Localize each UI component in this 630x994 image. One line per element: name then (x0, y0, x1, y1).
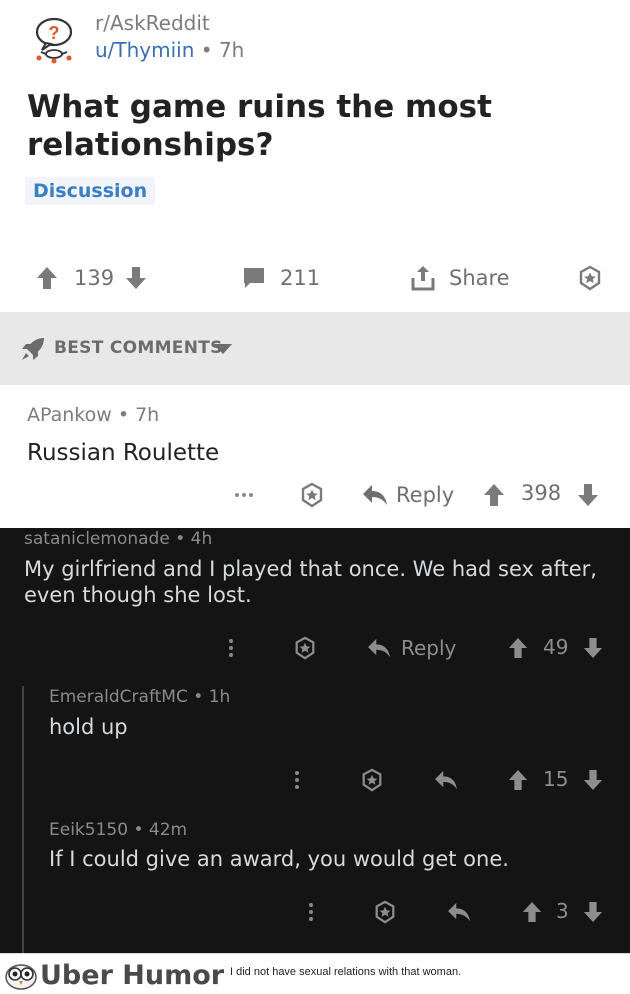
brand-name: Uber Humor (40, 960, 225, 991)
post-comments-button[interactable] (241, 258, 267, 298)
upvote-button[interactable] (507, 633, 529, 663)
reply-label: Reply (401, 636, 457, 660)
award-icon[interactable] (358, 765, 386, 795)
subreddit-avatar-icon[interactable]: ? (28, 12, 80, 64)
comment-age: 1h (208, 687, 231, 707)
comment-author[interactable]: Eeik5150 (49, 820, 128, 840)
comment-body: My girlfriend and I played that once. We… (24, 556, 597, 608)
more-options-icon[interactable] (233, 480, 255, 510)
comment-action-bar: Reply 398 (0, 480, 630, 512)
comment-action-bar: 3 (0, 897, 630, 927)
reply-arrow-icon (435, 770, 457, 790)
comment-action-bar: Reply 49 (0, 633, 630, 663)
downvote-button[interactable] (582, 633, 604, 663)
reply-arrow-icon (363, 485, 387, 505)
downvote-button[interactable] (582, 897, 604, 927)
award-badge-icon (579, 265, 601, 291)
post-flair[interactable]: Discussion (25, 177, 156, 205)
upvote-arrow-icon (522, 902, 542, 922)
chevron-down-icon (214, 344, 232, 354)
comment-meta: APankow • 7h (27, 404, 159, 426)
comment-body-line: My girlfriend and I played that once. We… (24, 557, 597, 581)
reply-label: Reply (396, 483, 455, 507)
share-icon (411, 266, 435, 291)
svg-text:?: ? (49, 23, 60, 43)
post-upvote-button[interactable] (36, 258, 58, 298)
comment-score: 398 (521, 481, 562, 505)
sort-label: BEST COMMENTS (54, 338, 223, 358)
post-comment-count: 211 (280, 266, 321, 290)
reply-button[interactable]: Reply (367, 633, 456, 663)
comment-sort-bar[interactable]: BEST COMMENTS (0, 312, 630, 385)
reply-arrow-icon (368, 638, 390, 658)
comment-age: 4h (190, 529, 213, 549)
upvote-arrow-icon (508, 638, 528, 658)
upvote-arrow-icon (508, 770, 528, 790)
comment-author[interactable]: sataniclemonade (24, 529, 170, 549)
award-icon[interactable] (291, 633, 319, 663)
post-save-button[interactable] (577, 258, 603, 298)
post-vote-count: 139 (74, 266, 115, 290)
share-label: Share (449, 266, 510, 290)
award-icon[interactable] (371, 897, 399, 927)
reply-button[interactable] (433, 765, 459, 795)
comment-body: Russian Roulette (27, 440, 220, 466)
reply-button[interactable]: Reply (362, 480, 454, 510)
more-options-icon[interactable] (226, 633, 236, 663)
upvote-arrow-icon (484, 484, 504, 506)
downvote-button[interactable] (582, 765, 604, 795)
comment-score: 15 (543, 767, 569, 791)
more-options-icon[interactable] (292, 765, 302, 795)
watermark-footer: Uber Humor I did not have sexual relatio… (0, 953, 630, 994)
meta-separator: • (175, 529, 186, 549)
post-downvote-button[interactable] (125, 258, 147, 298)
comment-meta: EmeraldCraftMC • 1h (49, 687, 230, 707)
downvote-arrow-icon (583, 770, 603, 790)
comment-bubble-icon (244, 268, 264, 288)
post-meta: u/Thymiin • 7h (95, 38, 244, 62)
comment-score: 3 (556, 899, 569, 923)
comment-body-line: even though she lost. (24, 583, 252, 607)
reply-button[interactable] (446, 897, 472, 927)
upvote-arrow-icon (37, 267, 57, 289)
post-share-button[interactable]: Share (410, 258, 510, 298)
meta-separator: • (133, 820, 144, 840)
downvote-arrow-icon (583, 638, 603, 658)
downvote-arrow-icon (578, 484, 598, 506)
post-title[interactable]: What game ruins the most relationships? (27, 88, 587, 164)
upvote-button[interactable] (483, 480, 505, 510)
owl-logo-icon (5, 964, 37, 990)
more-options-icon[interactable] (306, 897, 316, 927)
watermark-tagline: I did not have sexual relations with tha… (230, 966, 462, 978)
rocket-icon (22, 338, 44, 360)
comment-meta: sataniclemonade • 4h (24, 529, 212, 549)
upvote-button[interactable] (521, 897, 543, 927)
upvote-button[interactable] (507, 765, 529, 795)
comment-age: 42m (148, 820, 188, 840)
comment-author[interactable]: EmeraldCraftMC (49, 687, 188, 707)
reply-arrow-icon (448, 902, 470, 922)
comment-author[interactable]: APankow (27, 404, 112, 426)
comment-meta: Eeik5150 • 42m (49, 820, 187, 840)
comment: APankow • 7h Russian Roulette Reply 398 (0, 385, 630, 528)
dark-comment-thread: sataniclemonade • 4h My girlfriend and I… (0, 528, 630, 954)
meta-separator: • (200, 38, 213, 62)
comment-body: If I could give an award, you would get … (49, 847, 509, 871)
downvote-button[interactable] (577, 480, 599, 510)
meta-separator: • (117, 404, 130, 426)
downvote-arrow-icon (583, 902, 603, 922)
comment-action-bar: 15 (0, 765, 630, 795)
award-icon[interactable] (298, 480, 326, 510)
subreddit-name[interactable]: r/AskReddit (95, 11, 210, 35)
post-author[interactable]: u/Thymiin (95, 38, 194, 62)
downvote-arrow-icon (126, 267, 146, 289)
comment-score: 49 (543, 635, 569, 659)
post-age: 7h (218, 38, 245, 62)
comment-body: hold up (49, 715, 128, 739)
meta-separator: • (193, 687, 204, 707)
comment-age: 7h (135, 404, 160, 426)
post-action-bar: 139 211 Share (0, 258, 630, 298)
post-card: ? r/AskReddit u/Thymiin • 7h What game r… (0, 0, 630, 312)
